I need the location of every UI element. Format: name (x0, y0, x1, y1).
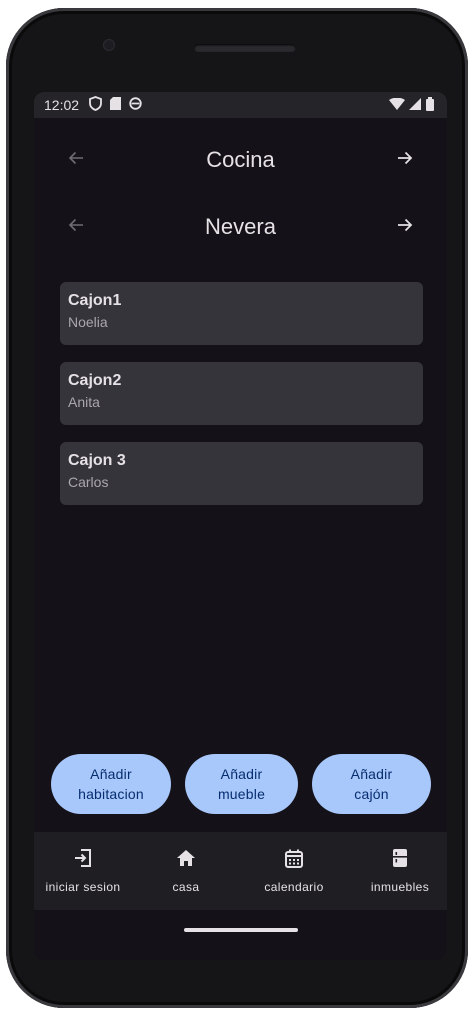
add-furniture-label-line2: mueble (217, 786, 266, 802)
arrow-forward-icon (396, 149, 414, 172)
app-screen: 12:02 Cocina Nevera Cajon1 Noelia Cajon2… (34, 92, 447, 910)
sync-icon (129, 97, 142, 113)
front-camera (104, 40, 114, 50)
fridge-icon (390, 848, 410, 873)
room-next-button[interactable] (389, 144, 421, 176)
drawer-owner: Carlos (68, 474, 109, 490)
nav-label: calendario (264, 880, 324, 894)
drawer-title: Cajon2 (68, 372, 122, 389)
room-selector: Cocina (34, 140, 447, 180)
nav-label: iniciar sesion (45, 880, 121, 894)
add-drawer-button[interactable]: Añadir cajón (312, 754, 431, 814)
furniture-next-button[interactable] (389, 211, 421, 243)
room-prev-button[interactable] (60, 144, 92, 176)
add-room-label-line2: habitacion (78, 786, 144, 802)
drawer-title: Cajon1 (68, 292, 122, 309)
calendar-icon (284, 848, 304, 873)
status-bar: 12:02 (34, 92, 447, 118)
furniture-selector: Nevera (34, 207, 447, 247)
wifi-icon (389, 97, 405, 113)
drawer-card[interactable]: Cajon1 Noelia (60, 282, 423, 345)
arrow-back-icon (67, 149, 85, 172)
home-icon (176, 848, 196, 873)
system-gesture-area (34, 910, 447, 960)
drawer-title: Cajon 3 (68, 452, 126, 469)
arrow-back-icon (67, 216, 85, 239)
furniture-prev-button[interactable] (60, 211, 92, 243)
battery-icon (425, 96, 437, 114)
nav-label: casa (172, 880, 200, 894)
nav-item-properties[interactable]: inmuebles (356, 832, 444, 910)
drawer-card[interactable]: Cajon2 Anita (60, 362, 423, 425)
status-time: 12:02 (44, 97, 80, 113)
room-title: Cocina (206, 147, 275, 172)
nav-item-home[interactable]: casa (146, 832, 226, 910)
phone-top-bezel (6, 8, 468, 98)
drawer-card[interactable]: Cajon 3 Carlos (60, 442, 423, 505)
add-furniture-label-line1: Añadir (220, 766, 263, 782)
add-drawer-label-line2: cajón (354, 786, 389, 802)
home-gesture-bar[interactable] (184, 928, 298, 932)
add-furniture-button[interactable]: Añadir mueble (185, 754, 298, 814)
nav-item-calendar[interactable]: calendario (249, 832, 339, 910)
arrow-forward-icon (396, 216, 414, 239)
signal-icon (409, 97, 421, 113)
furniture-title: Nevera (205, 214, 276, 239)
nav-label: inmuebles (370, 880, 430, 894)
earpiece-speaker (194, 44, 296, 52)
add-room-label-line1: Añadir (90, 766, 132, 782)
shield-icon (89, 96, 102, 114)
add-drawer-label-line1: Añadir (350, 766, 393, 782)
drawer-owner: Anita (68, 394, 100, 410)
add-room-button[interactable]: Añadir habitacion (51, 754, 171, 814)
bottom-navigation: iniciar sesion casa calendario inmuebles (34, 832, 447, 910)
nav-item-login[interactable]: iniciar sesion (34, 832, 132, 910)
login-icon (73, 848, 93, 873)
sd-card-icon (110, 97, 122, 113)
drawer-owner: Noelia (68, 314, 108, 330)
